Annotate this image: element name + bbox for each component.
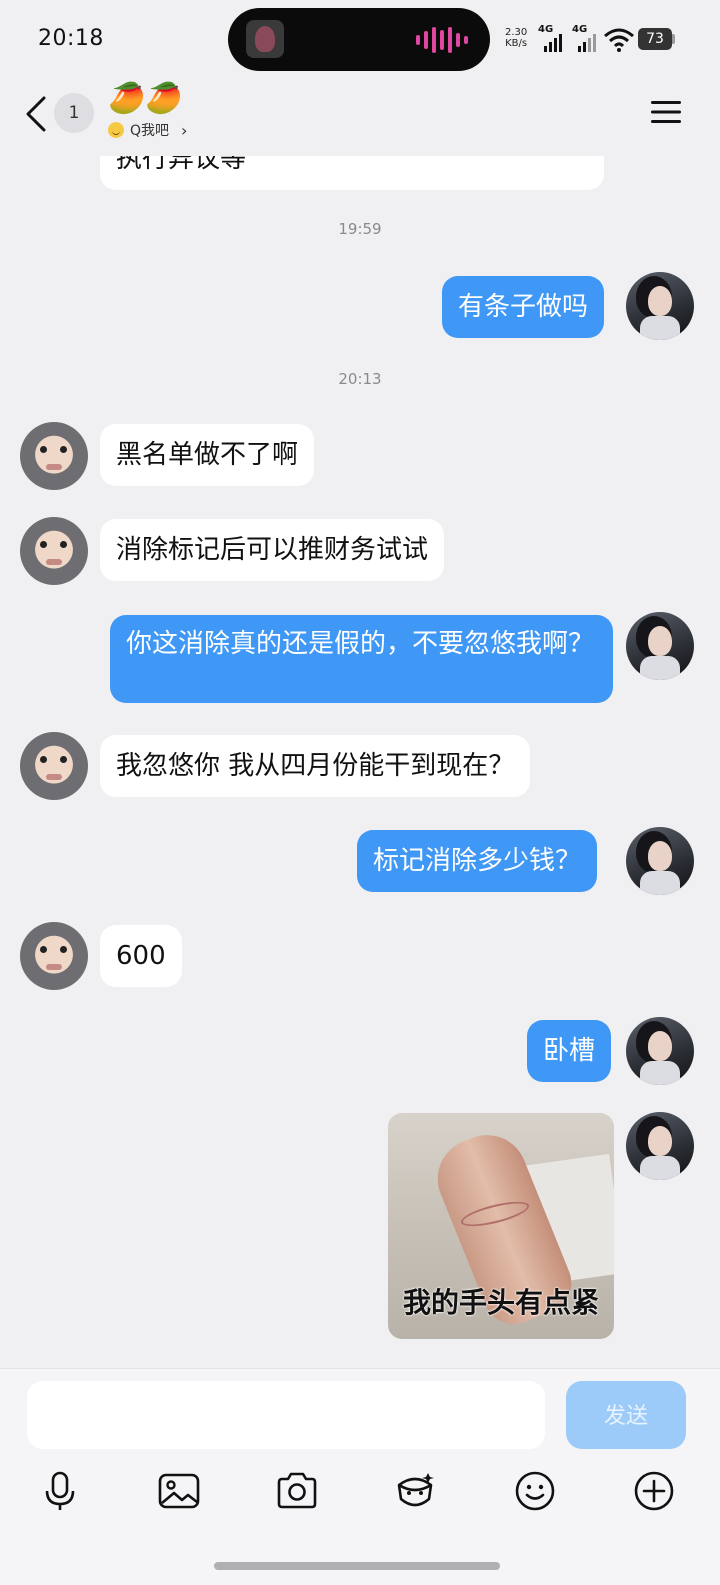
my-avatar[interactable] [626,272,694,340]
message-bubble-incoming[interactable]: 600 [100,925,182,987]
contact-avatar[interactable] [20,922,88,990]
message-bubble-outgoing[interactable]: 你这消除真的还是假的，不要忽悠我啊？ [110,615,613,703]
camera-icon[interactable] [275,1469,319,1513]
message-bubble-incoming[interactable]: 黑名单做不了啊 [100,424,315,486]
microphone-icon[interactable] [38,1469,82,1513]
unread-count-badge[interactable]: 1 [54,93,94,133]
sticker-caption: 我的手头有点紧 [402,1286,599,1319]
dynamic-island[interactable] [228,8,490,71]
contact-avatar[interactable] [20,422,88,490]
back-button[interactable] [22,94,52,134]
chat-subtitle[interactable]: Q我吧 › [108,120,187,140]
message-bubble-incoming[interactable]: 消除标记后可以推财务试试 [100,519,445,581]
message-list[interactable]: 执行异议等 19:59 有条子做吗 20:13 黑名单做不了啊 消除标记后可以推… [0,80,720,1370]
cellular-signal-icon: 4G [536,24,566,52]
message-timestamp: 20:13 [338,370,382,388]
message-bubble-incoming[interactable]: 我忽悠你 我从四月份能干到现在？ [100,735,531,797]
contact-avatar[interactable] [20,732,88,800]
message-bubble-outgoing[interactable]: 卧槽 [527,1020,612,1082]
sticker-image[interactable]: 我的手头有点紧 [388,1113,614,1339]
image-icon[interactable] [157,1469,201,1513]
wifi-icon [604,28,634,52]
my-avatar[interactable] [626,612,694,680]
input-panel: 发送 [0,1368,720,1585]
now-playing-thumbnail [246,20,284,58]
battery-tip [672,34,675,44]
message-input[interactable] [27,1381,545,1449]
my-avatar[interactable] [626,1112,694,1180]
network-speed: 2.30 KB/s [505,27,528,49]
red-packet-icon[interactable] [393,1469,437,1513]
send-button[interactable]: 发送 [566,1381,686,1449]
home-indicator[interactable] [214,1562,500,1570]
chat-title[interactable]: 🥭🥭 [108,82,183,116]
cellular-signal-icon-2: 4G [570,24,600,52]
status-bar: 20:18 2.30 KB/s 4G 4G 73 [0,0,720,80]
status-time: 20:18 [38,26,104,51]
chevron-right-icon: › [181,120,188,140]
audio-wave-icon [416,26,468,54]
status-emoji-icon [108,122,124,138]
message-bubble-outgoing[interactable]: 标记消除多少钱？ [357,830,598,892]
contact-avatar[interactable] [20,517,88,585]
plus-icon[interactable] [632,1469,676,1513]
menu-button[interactable] [650,98,682,126]
emoji-icon[interactable] [513,1469,557,1513]
my-avatar[interactable] [626,1017,694,1085]
message-timestamp: 19:59 [338,220,382,238]
my-avatar[interactable] [626,827,694,895]
battery-indicator: 73 [638,28,672,50]
chat-header: 1 🥭🥭 Q我吧 › [0,80,720,156]
message-bubble-outgoing[interactable]: 有条子做吗 [442,276,605,338]
